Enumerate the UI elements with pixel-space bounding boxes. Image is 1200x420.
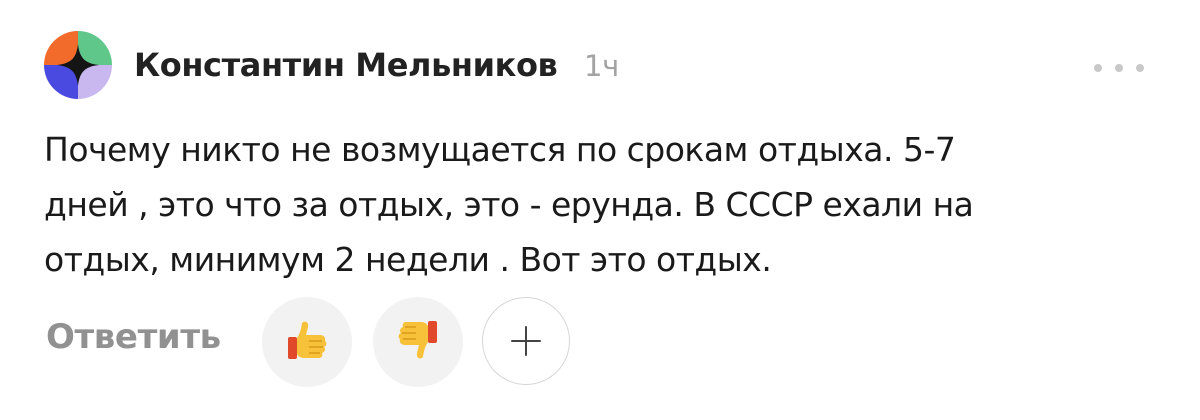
plus-icon <box>511 326 541 356</box>
menu-dot <box>1115 64 1123 72</box>
comment-text: Почему никто не возмущается по срокам от… <box>44 122 1144 287</box>
menu-dot <box>1094 64 1102 72</box>
comment-text-line: дней , это что за отдых, это - ерунда. В… <box>44 185 974 224</box>
thumbs-up-icon <box>282 315 332 369</box>
menu-dot <box>1136 64 1144 72</box>
dislike-reaction-button[interactable] <box>373 297 463 387</box>
more-dots-icon[interactable] <box>1094 58 1144 78</box>
comment-card: Константин Мельников 1ч Почему никто не … <box>0 0 1200 420</box>
reply-button[interactable]: Ответить <box>46 317 221 357</box>
thumbs-down-icon <box>393 315 443 369</box>
add-reaction-button[interactable] <box>482 297 570 385</box>
avatar-icon[interactable] <box>44 31 112 99</box>
comment-text-line: Почему никто не возмущается по срокам от… <box>44 130 956 169</box>
comment-time: 1ч <box>584 49 619 83</box>
like-reaction-button[interactable] <box>262 297 352 387</box>
comment-text-line: отдых, минимум 2 недели . Вот это отдых. <box>44 240 772 279</box>
author-name[interactable]: Константин Мельников <box>134 46 558 84</box>
